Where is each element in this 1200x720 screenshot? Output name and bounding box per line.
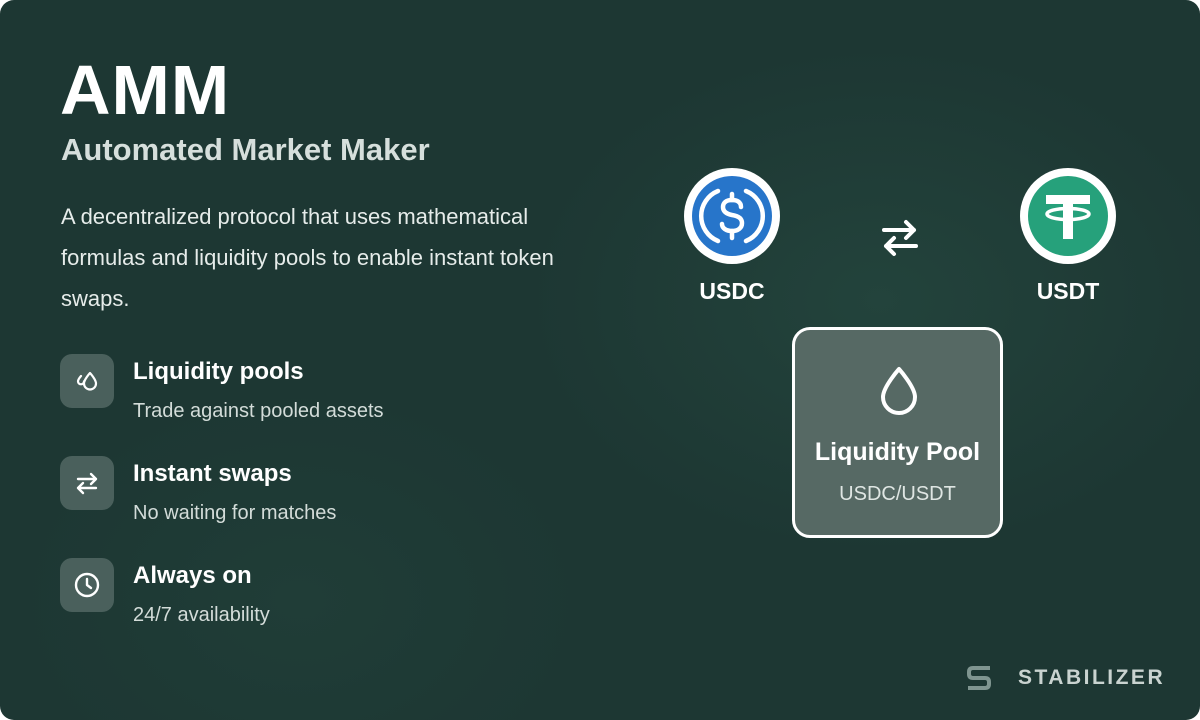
stabilizer-logo-icon — [967, 666, 991, 690]
droplet-icon — [873, 364, 925, 416]
swap-arrows-icon — [60, 456, 114, 510]
feature-subtitle: Trade against pooled assets — [133, 400, 384, 422]
feature-liquidity-pools: Liquidity pools Trade against pooled ass… — [60, 354, 560, 424]
feature-title: Instant swaps — [133, 460, 292, 487]
feature-always-on: Always on 24/7 availability — [60, 558, 560, 628]
clock-icon — [60, 558, 114, 612]
feature-subtitle: 24/7 availability — [133, 604, 270, 626]
feature-title: Liquidity pools — [133, 358, 304, 385]
usdt-icon — [1020, 168, 1116, 264]
pool-title: Liquidity Pool — [814, 438, 981, 466]
feature-subtitle: No waiting for matches — [133, 502, 337, 524]
feature-title: Always on — [133, 562, 252, 589]
usdc-label: USDC — [699, 278, 765, 304]
description-text: A decentralized protocol that uses mathe… — [61, 204, 554, 311]
brand-footer: STABILIZER — [966, 662, 1165, 694]
feature-instant-swaps: Instant swaps No waiting for matches — [60, 456, 560, 526]
liquidity-pool-box: Liquidity Pool USDC/USDT — [792, 327, 1003, 538]
usdc-icon — [684, 168, 780, 264]
liquidity-drops-icon — [60, 354, 114, 408]
usdt-label: USDT — [1036, 278, 1100, 304]
page-title: AMM — [60, 51, 231, 129]
brand-name: STABILIZER — [1018, 666, 1166, 689]
page-subtitle: Automated Market Maker — [61, 132, 430, 167]
amm-info-card: AMM Automated Market Maker A decentraliz… — [0, 0, 1200, 720]
swap-arrows-icon — [876, 216, 924, 260]
pool-pair: USDC/USDT — [839, 483, 956, 505]
